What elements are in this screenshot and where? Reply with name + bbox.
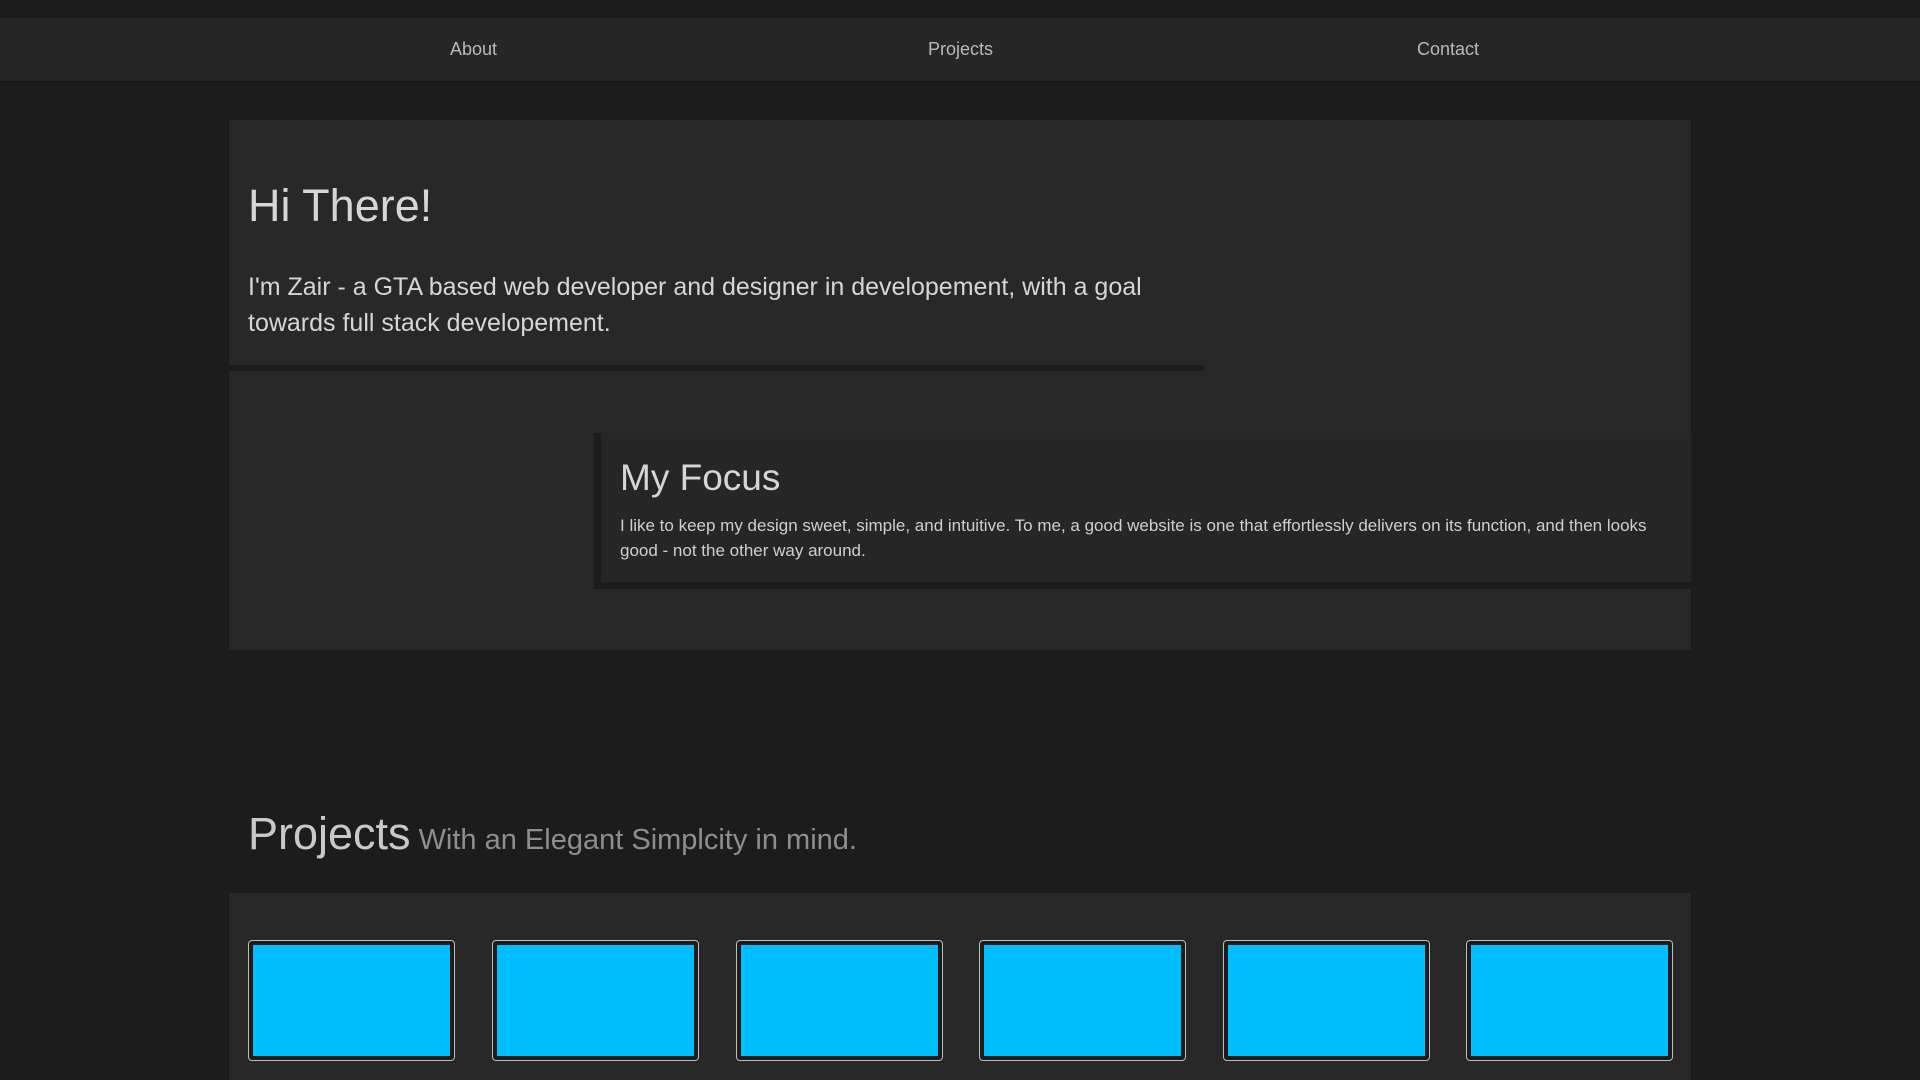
project-thumbnail (1228, 945, 1425, 1056)
nav-link-about[interactable]: About (450, 18, 497, 81)
main-nav: About Projects Contact (0, 18, 1920, 82)
project-card[interactable] (736, 940, 943, 1061)
hero-divider (229, 365, 1204, 371)
project-thumbnail (497, 945, 694, 1056)
hero-section: Hi There! I'm Zair - a GTA based web dev… (229, 120, 1691, 650)
project-thumbnail (253, 945, 450, 1056)
project-card[interactable] (1466, 940, 1673, 1061)
projects-panel (229, 893, 1691, 1080)
focus-title: My Focus (620, 457, 781, 498)
project-thumbnail (984, 945, 1181, 1056)
nav-link-projects[interactable]: Projects (928, 18, 993, 81)
nav-link-contact[interactable]: Contact (1417, 18, 1479, 81)
top-strip (0, 0, 1920, 18)
focus-card: My Focus I like to keep my design sweet,… (594, 433, 1691, 589)
project-thumbnail (741, 945, 938, 1056)
project-thumbnail (1471, 945, 1668, 1056)
project-card[interactable] (492, 940, 699, 1061)
projects-title: Projects (248, 808, 411, 859)
project-card[interactable] (1223, 940, 1430, 1061)
focus-text: I like to keep my design sweet, simple, … (620, 516, 1647, 560)
projects-heading: Projects With an Elegant Simplcity in min… (248, 808, 857, 860)
project-card[interactable] (248, 940, 455, 1061)
projects-subtitle: With an Elegant Simplcity in mind. (418, 824, 857, 856)
hero-intro-text: I'm Zair - a GTA based web developer and… (248, 273, 1142, 337)
hero-title: Hi There! (248, 180, 433, 231)
project-card[interactable] (979, 940, 1186, 1061)
